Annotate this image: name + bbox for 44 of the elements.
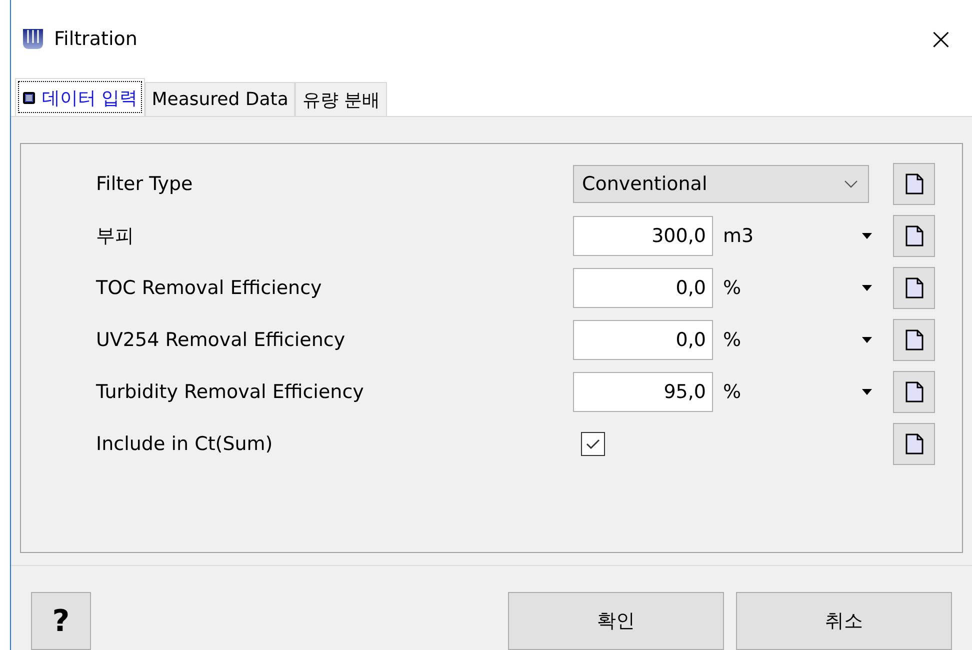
field-label: 부피 (96, 224, 135, 249)
tab[interactable]: 데이터 입력 (15, 78, 145, 116)
chevron-down-icon (844, 180, 858, 188)
caret-down-icon (862, 389, 872, 395)
caret-down-icon (862, 337, 872, 343)
field-label: Filter Type (96, 173, 194, 195)
dialog-button[interactable]: 취소 (736, 592, 952, 650)
document-icon (904, 173, 924, 195)
tab[interactable]: Measured Data (144, 82, 296, 116)
document-button[interactable] (893, 423, 935, 465)
caret-down-icon (862, 233, 872, 239)
close-button[interactable]: × (916, 14, 966, 64)
help-button[interactable]: ? (31, 592, 91, 650)
caret-down-icon (862, 285, 872, 291)
window-title: Filtration (54, 28, 138, 50)
document-button[interactable] (893, 215, 935, 257)
unit-label: % (723, 329, 742, 351)
dialog-button[interactable]: 확인 (508, 592, 724, 650)
document-button[interactable] (893, 371, 935, 413)
input-field[interactable]: 95,0 (573, 372, 713, 412)
field-label: Turbidity Removal Efficiency (96, 381, 365, 403)
document-button[interactable] (893, 163, 935, 205)
dropdown[interactable]: Conventional (573, 165, 869, 203)
unit-label: m3 (723, 225, 755, 247)
document-button[interactable] (893, 267, 935, 309)
input-field[interactable]: 0,0 (573, 268, 713, 308)
input-field[interactable]: 300,0 (573, 216, 713, 256)
list-icon (22, 90, 36, 104)
document-icon (904, 433, 924, 455)
document-icon (904, 381, 924, 403)
tab[interactable]: 유량 분배 (295, 82, 388, 116)
document-icon (904, 225, 924, 247)
document-button[interactable] (893, 319, 935, 361)
field-label: UV254 Removal Efficiency (96, 329, 346, 351)
document-icon (904, 277, 924, 299)
document-icon (904, 329, 924, 351)
input-field[interactable]: 0,0 (573, 320, 713, 360)
checkbox[interactable] (581, 432, 605, 456)
unit-label: % (723, 277, 742, 299)
unit-label: % (723, 381, 742, 403)
field-label: TOC Removal Efficiency (96, 277, 323, 299)
checkmark-icon (586, 438, 600, 450)
field-label: Include in Ct(Sum) (96, 433, 274, 455)
app-icon (22, 28, 44, 50)
